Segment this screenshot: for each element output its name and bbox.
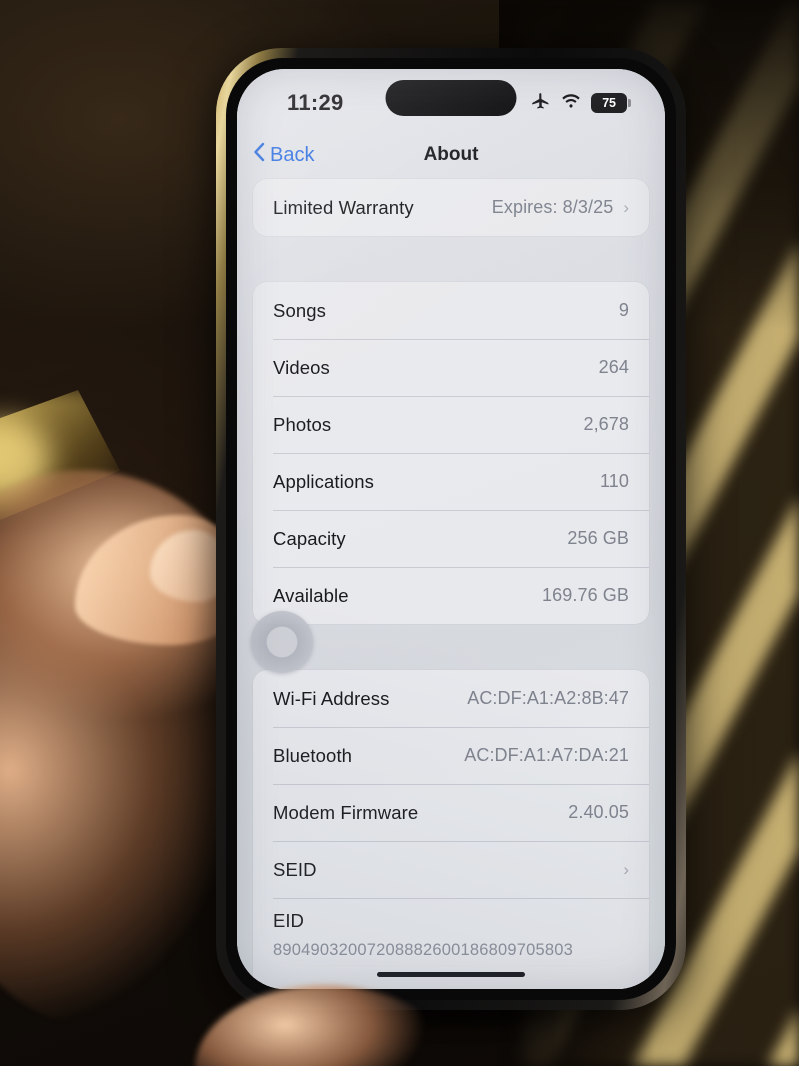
- status-bar-indicators: 75: [530, 90, 631, 117]
- row-photos[interactable]: Photos 2,678: [253, 396, 649, 453]
- row-value: 256 GB: [567, 528, 629, 548]
- row-value: 169.76 GB: [542, 585, 629, 605]
- row-label: Photos: [273, 413, 332, 435]
- row-value: AC:DF:A1:A2:8B:47: [467, 688, 629, 708]
- dynamic-island: [385, 80, 517, 116]
- row-seid[interactable]: SEID ›: [253, 841, 649, 898]
- home-indicator[interactable]: [377, 972, 525, 977]
- row-available[interactable]: Available 169.76 GB: [253, 567, 649, 624]
- row-value: AC:DF:A1:A7:DA:21: [464, 745, 629, 765]
- row-label: Bluetooth: [273, 744, 353, 766]
- row-value: 89049032007208882600186809705803: [273, 941, 574, 959]
- section-storage: Songs 9 Videos 264 Photos 2,678 Applicat…: [253, 282, 649, 624]
- row-label: Applications: [273, 470, 374, 492]
- row-label: Videos: [273, 356, 330, 378]
- settings-list: Limited Warranty Expires: 8/3/25 › Songs…: [237, 179, 665, 989]
- row-videos[interactable]: Videos 264: [253, 339, 649, 396]
- row-value: Expires: 8/3/25: [491, 197, 614, 217]
- row-songs[interactable]: Songs 9: [253, 282, 649, 339]
- row-eid[interactable]: EID 89049032007208882600186809705803: [253, 898, 649, 974]
- assistive-touch-button[interactable]: [251, 611, 313, 673]
- phone-screen[interactable]: 11:29 75 Back About Limited Warranty Exp…: [237, 69, 665, 989]
- airplane-mode-icon: [530, 90, 551, 116]
- status-bar-time: 11:29: [287, 90, 344, 115]
- row-applications[interactable]: Applications 110: [253, 453, 649, 510]
- row-label: Songs: [273, 299, 326, 321]
- section-warranty: Limited Warranty Expires: 8/3/25 ›: [253, 179, 649, 236]
- section-network: Wi-Fi Address AC:DF:A1:A2:8B:47 Bluetoot…: [253, 670, 649, 989]
- photo-scene: 11:29 75 Back About Limited Warranty Exp…: [0, 0, 799, 1066]
- battery-percent-label: 75: [602, 96, 616, 110]
- navigation-bar: Back About: [237, 131, 665, 179]
- row-capacity[interactable]: Capacity 256 GB: [253, 510, 649, 567]
- row-value: 2.40.05: [568, 802, 629, 822]
- page-title: About: [423, 144, 479, 165]
- row-value: 110: [600, 471, 629, 491]
- row-limited-warranty[interactable]: Limited Warranty Expires: 8/3/25 ›: [253, 179, 649, 236]
- row-value: 264: [598, 357, 629, 377]
- row-label: Limited Warranty: [273, 196, 414, 218]
- chevron-right-icon: ›: [623, 860, 629, 879]
- row-value: 9: [618, 300, 629, 320]
- chevron-right-icon: ›: [623, 198, 629, 217]
- wifi-icon: [560, 90, 582, 117]
- battery-icon: 75: [591, 93, 631, 113]
- row-label: Capacity: [273, 527, 346, 549]
- row-label: EID: [273, 910, 304, 931]
- row-value: 2,678: [583, 414, 629, 434]
- row-label: SEID: [273, 858, 317, 880]
- row-modem-firmware[interactable]: Modem Firmware 2.40.05: [253, 784, 649, 841]
- row-label: Available: [273, 584, 349, 606]
- row-label: Modem Firmware: [273, 801, 419, 823]
- row-label: Wi-Fi Address: [273, 687, 390, 709]
- row-bluetooth[interactable]: Bluetooth AC:DF:A1:A7:DA:21: [253, 727, 649, 784]
- row-wifi-address[interactable]: Wi-Fi Address AC:DF:A1:A2:8B:47: [253, 670, 649, 727]
- phone-device: 11:29 75 Back About Limited Warranty Exp…: [216, 48, 686, 1010]
